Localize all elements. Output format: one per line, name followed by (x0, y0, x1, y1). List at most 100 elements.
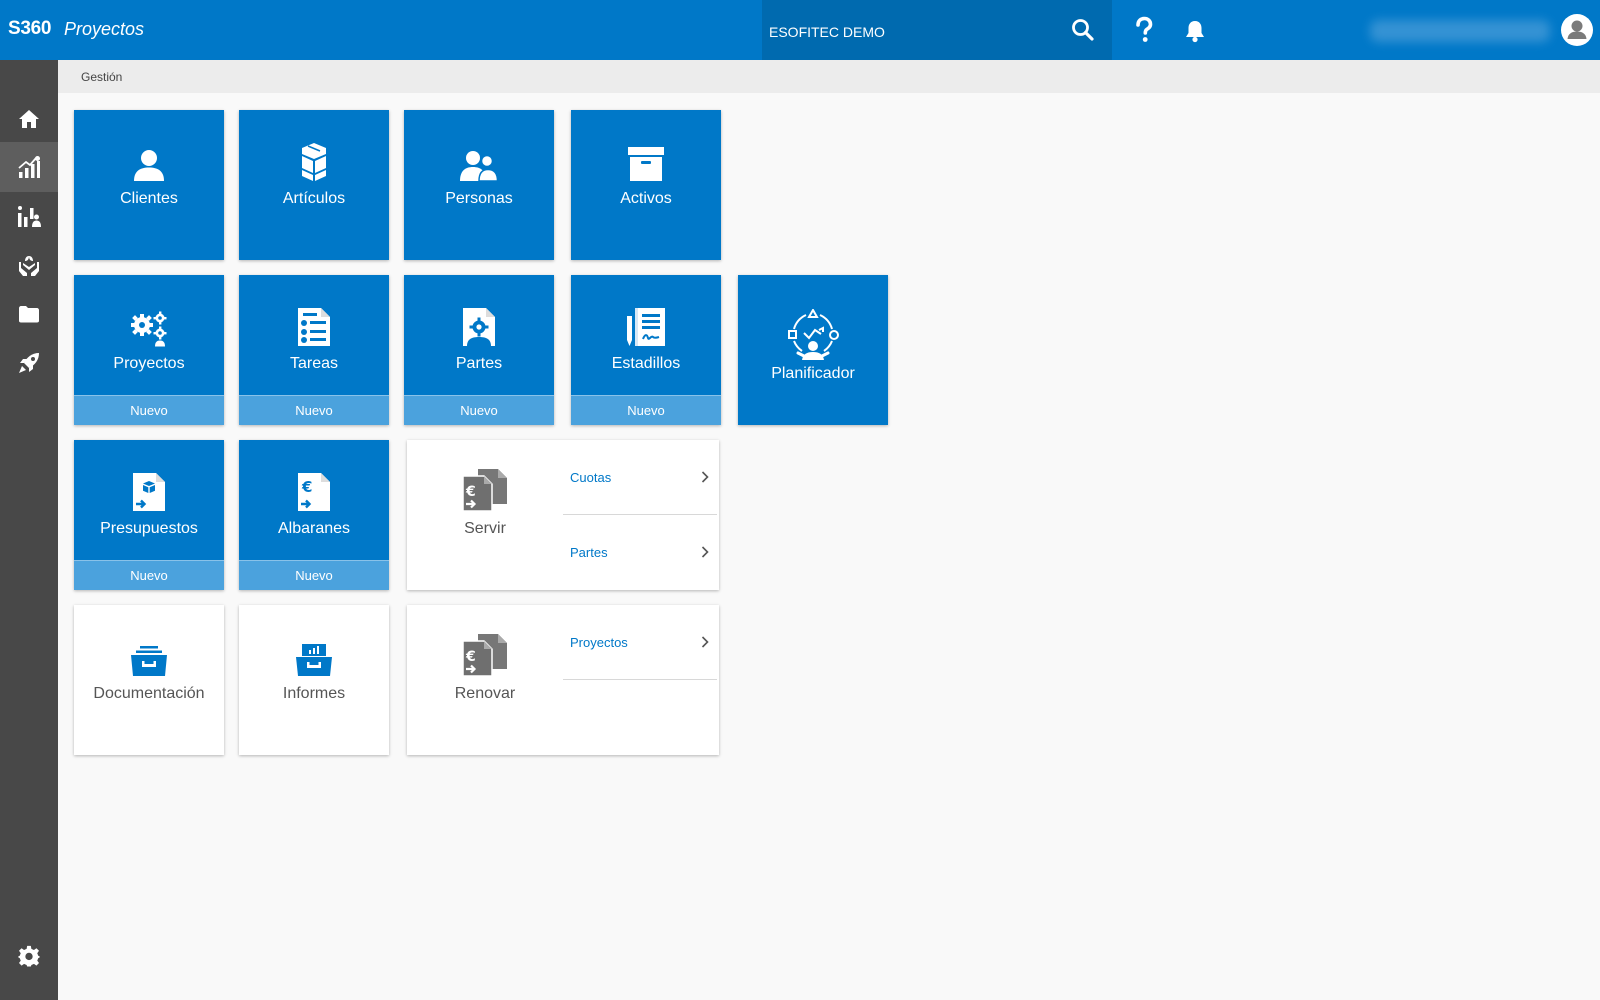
user-name-blurred[interactable] (1370, 20, 1550, 42)
svg-text:€: € (465, 649, 476, 665)
sidebar-item-files[interactable] (0, 289, 58, 339)
gear-icon (18, 945, 40, 967)
tile-informes-icon-wrap (239, 605, 389, 677)
chart-person-icon (18, 206, 41, 227)
tile-estadillos-label: Estadillos (611, 355, 681, 372)
tile-articulos-label: Artículos (282, 190, 346, 207)
tile-partes[interactable]: Partes Nuevo (404, 275, 554, 425)
tile-partes-label: Partes (455, 355, 503, 372)
home-icon (19, 110, 39, 128)
tile-personas[interactable]: Personas (404, 110, 554, 260)
tile-partes-icon-wrap (404, 275, 554, 347)
folder-icon (19, 306, 39, 323)
archive-chart-icon (296, 644, 332, 676)
tile-presupuestos-nuevo-button[interactable]: Nuevo (74, 560, 224, 590)
card-renovar: € Renovar Proyectos (407, 605, 719, 755)
archive-box-icon (628, 147, 664, 181)
planner-network-icon (788, 309, 839, 360)
document-euro-icon: € (298, 473, 330, 511)
tile-informes[interactable]: Informes (239, 605, 389, 755)
person-icon (134, 150, 164, 181)
tile-albaranes-label: Albaranes (277, 520, 351, 537)
tile-articulos-icon-wrap (239, 110, 389, 182)
breadcrumb-bar: Gestión (58, 60, 1600, 93)
tile-proyectos-nuevo-button[interactable]: Nuevo (74, 395, 224, 425)
tile-tareas-nuevo-button[interactable]: Nuevo (239, 395, 389, 425)
tile-activos-label: Activos (620, 190, 672, 207)
tile-documentacion[interactable]: Documentación (74, 605, 224, 755)
notebook-sign-icon (627, 308, 665, 346)
tile-presupuestos-label: Presupuestos (100, 520, 198, 537)
tile-proyectos-label: Proyectos (113, 355, 185, 372)
sidebar-item-management[interactable] (0, 142, 58, 192)
tile-planificador-label: Planificador (771, 365, 855, 382)
chart-growth-icon (18, 156, 40, 178)
bell-icon[interactable] (1182, 18, 1208, 44)
tile-partes-nuevo-button[interactable]: Nuevo (404, 395, 554, 425)
tile-proyectos[interactable]: Proyectos Nuevo (74, 275, 224, 425)
tile-activos-icon-wrap (571, 110, 721, 182)
help-icon[interactable] (1131, 16, 1157, 44)
gears-person-icon (131, 311, 167, 347)
sidebar-item-settings[interactable] (0, 931, 58, 981)
card-servir-label: Servir (464, 520, 506, 537)
renovar-link-proyectos[interactable]: Proyectos (563, 605, 717, 680)
archive-drawer-icon (131, 646, 167, 676)
card-renovar-links: Proyectos (563, 605, 719, 755)
card-servir-main[interactable]: € Servir (407, 440, 563, 590)
svg-text:€: € (301, 478, 312, 496)
tile-documentacion-icon-wrap (74, 605, 224, 677)
tile-estadillos-nuevo-button[interactable]: Nuevo (571, 395, 721, 425)
tile-tareas-icon-wrap (239, 275, 389, 347)
chevron-right-icon (701, 471, 709, 483)
servir-link-partes[interactable]: Partes (563, 515, 717, 590)
servir-link-partes-label: Partes (570, 545, 608, 560)
top-bar: S360 Proyectos ESOFITEC DEMO (0, 0, 1600, 60)
tile-tareas[interactable]: Tareas Nuevo (239, 275, 389, 425)
document-gear-icon (463, 308, 495, 346)
chevron-right-icon (701, 546, 709, 558)
app-name: Proyectos (64, 19, 145, 39)
chevron-right-icon (701, 636, 709, 648)
tile-presupuestos[interactable]: Presupuestos Nuevo (74, 440, 224, 590)
company-name: ESOFITEC DEMO (769, 24, 885, 40)
boxes-icon (302, 143, 326, 181)
card-renovar-main[interactable]: € Renovar (407, 605, 563, 755)
servir-link-cuotas-label: Cuotas (570, 470, 612, 485)
servir-link-cuotas[interactable]: Cuotas (563, 440, 717, 515)
sidebar-item-home[interactable] (0, 94, 58, 144)
documents-euro-icon: € (462, 634, 507, 677)
tile-activos[interactable]: Activos (571, 110, 721, 260)
tile-planificador[interactable]: Planificador (738, 275, 888, 425)
tile-albaranes-icon-wrap: € (239, 440, 389, 512)
tile-personas-icon-wrap (404, 110, 554, 182)
renovar-link-proyectos-label: Proyectos (570, 635, 628, 650)
tile-informes-label: Informes (282, 685, 346, 702)
task-list-icon (298, 308, 330, 346)
tile-presupuestos-icon-wrap (74, 440, 224, 512)
user-avatar-icon[interactable] (1561, 14, 1593, 46)
tile-clientes[interactable]: Clientes (74, 110, 224, 260)
tile-documentacion-label: Documentación (93, 685, 205, 702)
tile-personas-label: Personas (445, 190, 513, 207)
card-renovar-label: Renovar (454, 685, 516, 702)
company-selector[interactable]: ESOFITEC DEMO (762, 0, 1112, 60)
sidebar-item-analytics[interactable] (0, 191, 58, 241)
tile-articulos[interactable]: Artículos (239, 110, 389, 260)
sidebar-item-care[interactable] (0, 240, 58, 290)
brand-logo[interactable]: S360 (8, 18, 51, 40)
tile-proyectos-icon-wrap (74, 275, 224, 347)
tile-clientes-icon-wrap (74, 110, 224, 182)
tile-albaranes[interactable]: € Albaranes Nuevo (239, 440, 389, 590)
tile-estadillos-icon-wrap (571, 275, 721, 347)
card-servir-icon-wrap: € (407, 468, 563, 512)
svg-text:€: € (465, 484, 476, 500)
breadcrumb[interactable]: Gestión (81, 70, 122, 84)
card-renovar-icon-wrap: € (407, 633, 563, 677)
sidebar-item-launch[interactable] (0, 338, 58, 388)
rocket-icon (19, 353, 39, 373)
search-icon[interactable] (1070, 17, 1096, 43)
tile-estadillos[interactable]: Estadillos Nuevo (571, 275, 721, 425)
tile-planificador-icon-wrap (738, 275, 888, 361)
tile-albaranes-nuevo-button[interactable]: Nuevo (239, 560, 389, 590)
